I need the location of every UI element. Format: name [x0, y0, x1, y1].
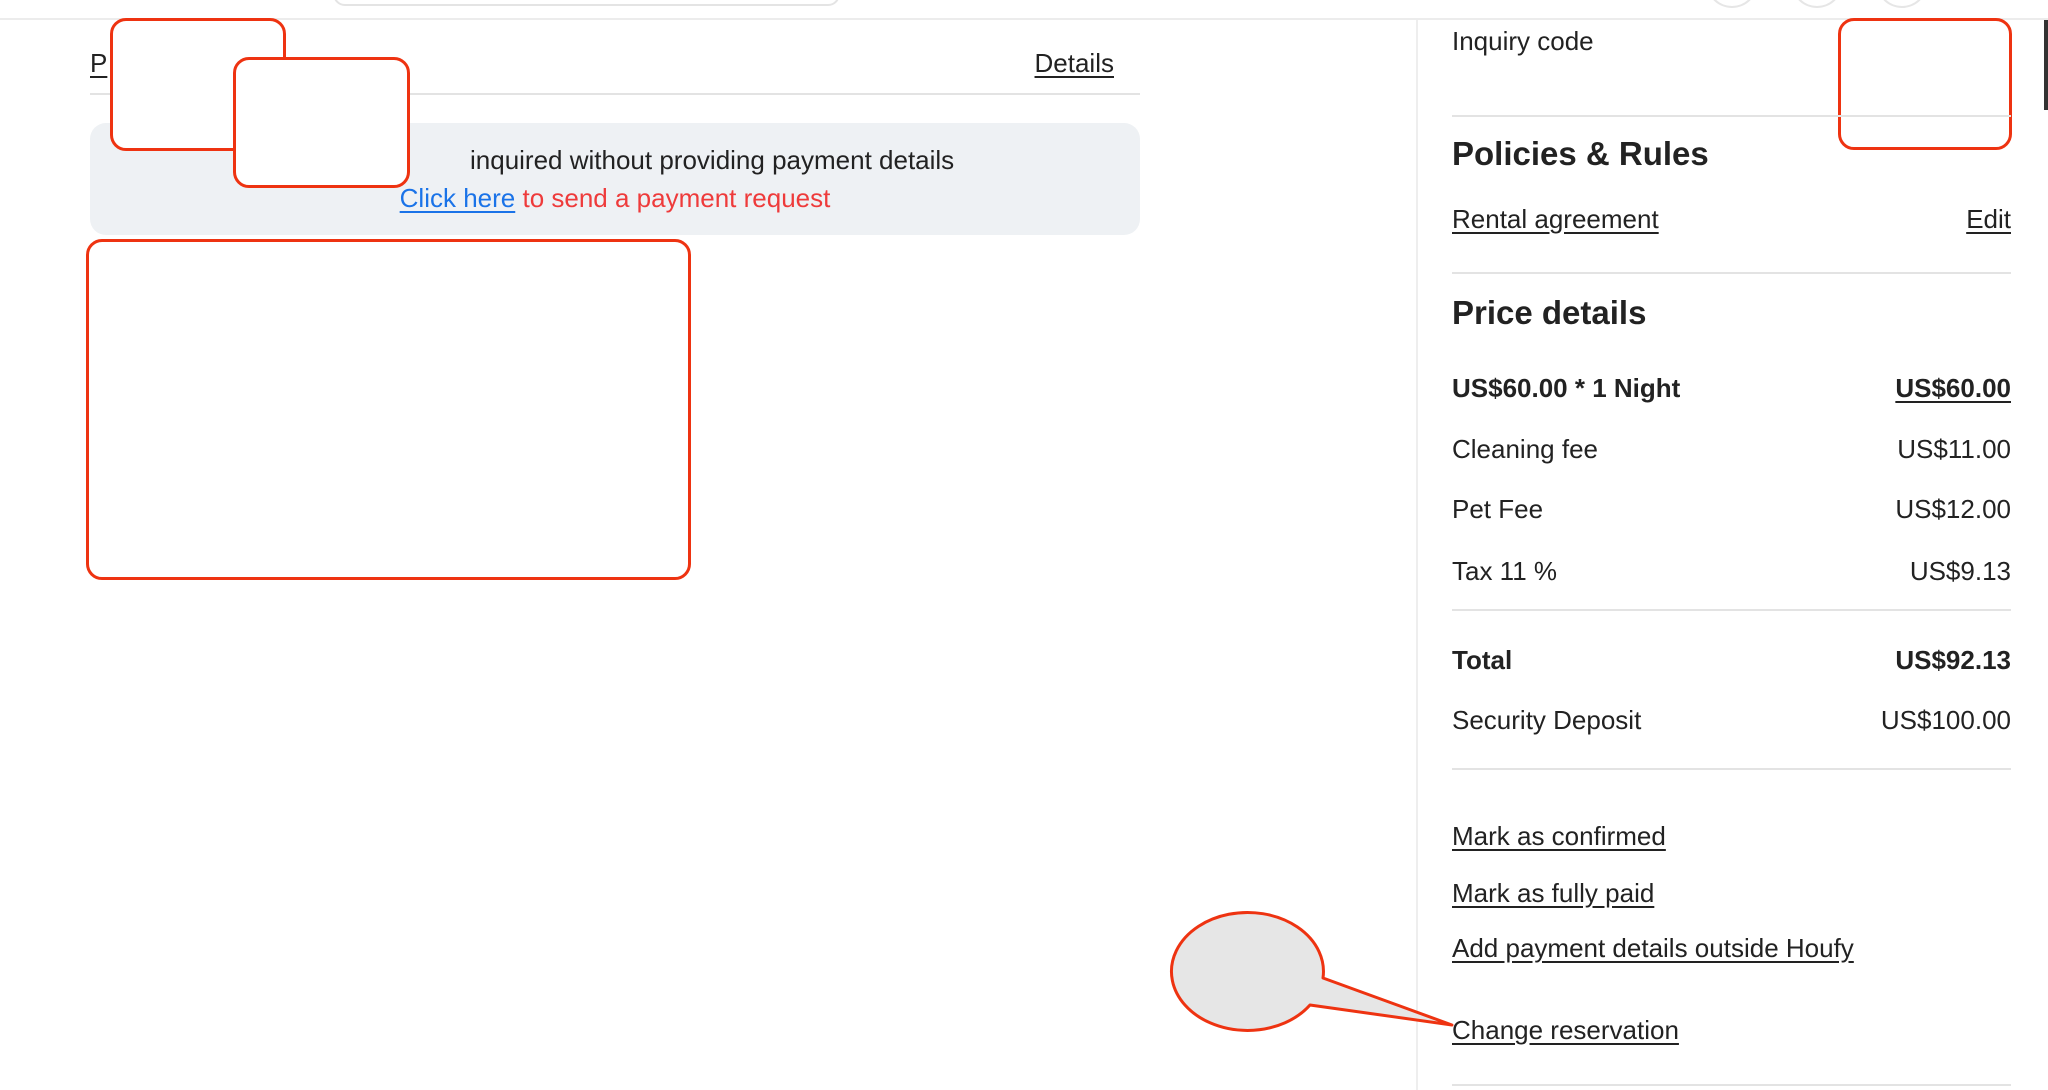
rental-agreement-link[interactable]: Rental agreement — [1452, 204, 1659, 235]
price-value: US$9.13 — [1909, 556, 2011, 586]
price-value: US$11.00 — [1897, 434, 2011, 464]
mark-as-confirmed-link[interactable]: Mark as confirmed — [1452, 821, 1666, 852]
nightly-price-link[interactable]: US$60.00 — [1895, 373, 2011, 404]
price-row: Pet Fee US$12.00 — [1452, 494, 2011, 525]
security-deposit-value: US$100.00 — [1880, 705, 2011, 735]
notice-link-suffix: to send a payment request — [515, 183, 831, 213]
header-icon-button[interactable] — [1877, 0, 1927, 8]
change-reservation-link[interactable]: Change reservation — [1452, 1015, 1679, 1046]
price-label: Cleaning fee — [1452, 434, 1598, 464]
mark-as-fully-paid-link[interactable]: Mark as fully paid — [1452, 878, 1654, 909]
send-payment-request-link[interactable]: Click here — [400, 183, 516, 213]
divider — [1452, 115, 2011, 117]
details-link[interactable]: Details — [1035, 48, 1114, 79]
header-icon-button[interactable] — [1792, 0, 1842, 8]
price-value: US$12.00 — [1895, 494, 2011, 524]
total-row: Total US$92.13 — [1452, 645, 2011, 676]
divider — [1452, 768, 2011, 770]
price-label: Pet Fee — [1452, 494, 1544, 524]
add-payment-details-link[interactable]: Add payment details outside Houfy — [1452, 933, 1854, 964]
divider — [1452, 609, 2011, 611]
divider — [1452, 272, 2011, 274]
price-row: Cleaning fee US$11.00 — [1452, 434, 2011, 465]
edit-link[interactable]: Edit — [1966, 204, 2011, 235]
price-details-heading: Price details — [1452, 294, 1647, 331]
total-label: Total — [1452, 645, 1513, 675]
security-deposit-row: Security Deposit US$100.00 — [1452, 705, 2011, 736]
price-label: US$60.00 * 1 Night — [1452, 373, 1681, 403]
price-label: Tax 11 % — [1452, 556, 1558, 586]
annotation-callout — [1169, 910, 1454, 1032]
redaction-box — [86, 239, 691, 580]
search-bar[interactable] — [333, 0, 840, 6]
header-bottom-border — [0, 18, 2048, 20]
price-row-nightly: US$60.00 * 1 Night US$60.00 — [1452, 373, 2011, 404]
redaction-box — [233, 57, 410, 188]
policies-heading: Policies & Rules — [1452, 135, 1709, 172]
price-row: Tax 11 % US$9.13 — [1452, 556, 2011, 587]
callout-bubble — [1169, 910, 1454, 1032]
divider — [1452, 1084, 2011, 1086]
security-deposit-label: Security Deposit — [1452, 705, 1642, 735]
scrollbar[interactable] — [2044, 20, 2048, 110]
total-value: US$92.13 — [1895, 645, 2011, 675]
tab-link[interactable]: P — [90, 48, 107, 79]
redaction-box — [1838, 18, 2012, 150]
header-icon-button[interactable] — [1707, 0, 1757, 8]
